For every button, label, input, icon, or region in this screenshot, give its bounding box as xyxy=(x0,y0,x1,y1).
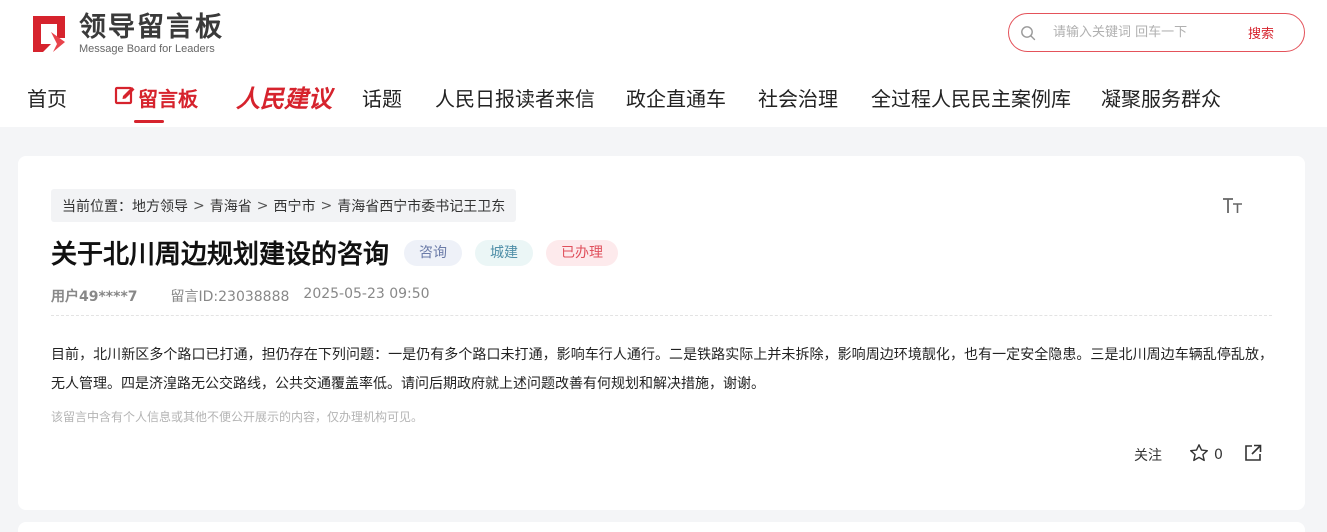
nav-item-message-board[interactable]: 留言板 xyxy=(114,80,198,118)
follow-button[interactable]: 关注 xyxy=(1134,445,1162,465)
top-header: 领导留言板 Message Board for Leaders 搜索 首页 留言… xyxy=(0,0,1327,127)
breadcrumb-separator: > xyxy=(320,197,333,214)
page-title: 关于北川周边规划建设的咨询 xyxy=(51,240,390,270)
breadcrumb-separator: > xyxy=(256,197,269,214)
nav-item-home[interactable]: 首页 xyxy=(27,80,67,118)
breadcrumb-prefix: 当前位置： xyxy=(62,198,132,215)
domain-badge: 城建 xyxy=(475,239,534,266)
breadcrumb-item[interactable]: 青海省 xyxy=(210,196,252,216)
breadcrumb-item[interactable]: 青海省西宁市委书记王卫东 xyxy=(337,196,505,216)
logo-title: 领导留言板 xyxy=(79,11,224,43)
message-id: 留言ID:23038888 xyxy=(170,289,290,305)
status-badge: 已办理 xyxy=(546,239,619,266)
search-icon[interactable] xyxy=(1020,25,1036,41)
nav-active-indicator xyxy=(134,120,164,123)
breadcrumb-item[interactable]: 地方领导 xyxy=(132,196,188,216)
breadcrumb: 当前位置： 地方领导 > 青海省 > 西宁市 > 青海省西宁市委书记王卫东 xyxy=(51,189,517,222)
type-badge: 咨询 xyxy=(404,239,463,266)
favorite-button[interactable]: 0 xyxy=(1189,443,1223,467)
nav-item-people-suggestion[interactable]: 人民建议 xyxy=(236,80,332,118)
message-actions: 关注 0 xyxy=(1134,443,1263,467)
author-name: 用户49****7 xyxy=(51,289,138,305)
divider xyxy=(51,315,1272,316)
favorite-count: 0 xyxy=(1214,447,1223,463)
nav-item-serve-people[interactable]: 凝聚服务群众 xyxy=(1101,80,1221,118)
search-input[interactable] xyxy=(1053,25,1238,40)
logo-subtitle: Message Board for Leaders xyxy=(79,42,215,55)
breadcrumb-item[interactable]: 西宁市 xyxy=(273,196,315,216)
search-box: 搜索 xyxy=(1008,13,1305,52)
site-logo[interactable]: 领导留言板 Message Board for Leaders xyxy=(27,11,224,57)
nav-item-social-governance[interactable]: 社会治理 xyxy=(758,80,838,118)
nav-item-business-express[interactable]: 政企直通车 xyxy=(626,80,726,118)
nav-item-democracy-cases[interactable]: 全过程人民民主案例库 xyxy=(871,80,1071,118)
breadcrumb-separator: > xyxy=(193,197,205,214)
message-meta: 用户49****7 留言ID:23038888 2025-05-23 09:50 xyxy=(51,286,430,306)
message-card: 当前位置： 地方领导 > 青海省 > 西宁市 > 青海省西宁市委书记王卫东 关于… xyxy=(18,156,1305,510)
star-icon xyxy=(1189,443,1209,467)
search-button[interactable]: 搜索 xyxy=(1248,23,1274,42)
share-icon xyxy=(1243,444,1263,467)
nav-item-topics[interactable]: 话题 xyxy=(362,80,402,118)
logo-mark-icon xyxy=(27,12,71,56)
font-size-icon[interactable] xyxy=(1222,196,1244,222)
title-row: 关于北川周边规划建设的咨询 咨询 城建 已办理 xyxy=(51,234,619,271)
edit-icon xyxy=(114,80,138,118)
privacy-note: 该留言中含有个人信息或其他不便公开展示的内容，仅办理机构可见。 xyxy=(51,410,424,424)
message-time: 2025-05-23 09:50 xyxy=(303,286,430,302)
next-card xyxy=(18,522,1305,532)
share-button[interactable] xyxy=(1243,443,1263,467)
nav-item-readers-letters[interactable]: 人民日报读者来信 xyxy=(435,80,595,118)
message-content: 目前，北川新区多个路口已打通，担仍存在下列问题：一是仍有多个路口未打通，影响车行… xyxy=(51,347,1273,392)
nav-item-message-board-label: 留言板 xyxy=(138,87,198,111)
